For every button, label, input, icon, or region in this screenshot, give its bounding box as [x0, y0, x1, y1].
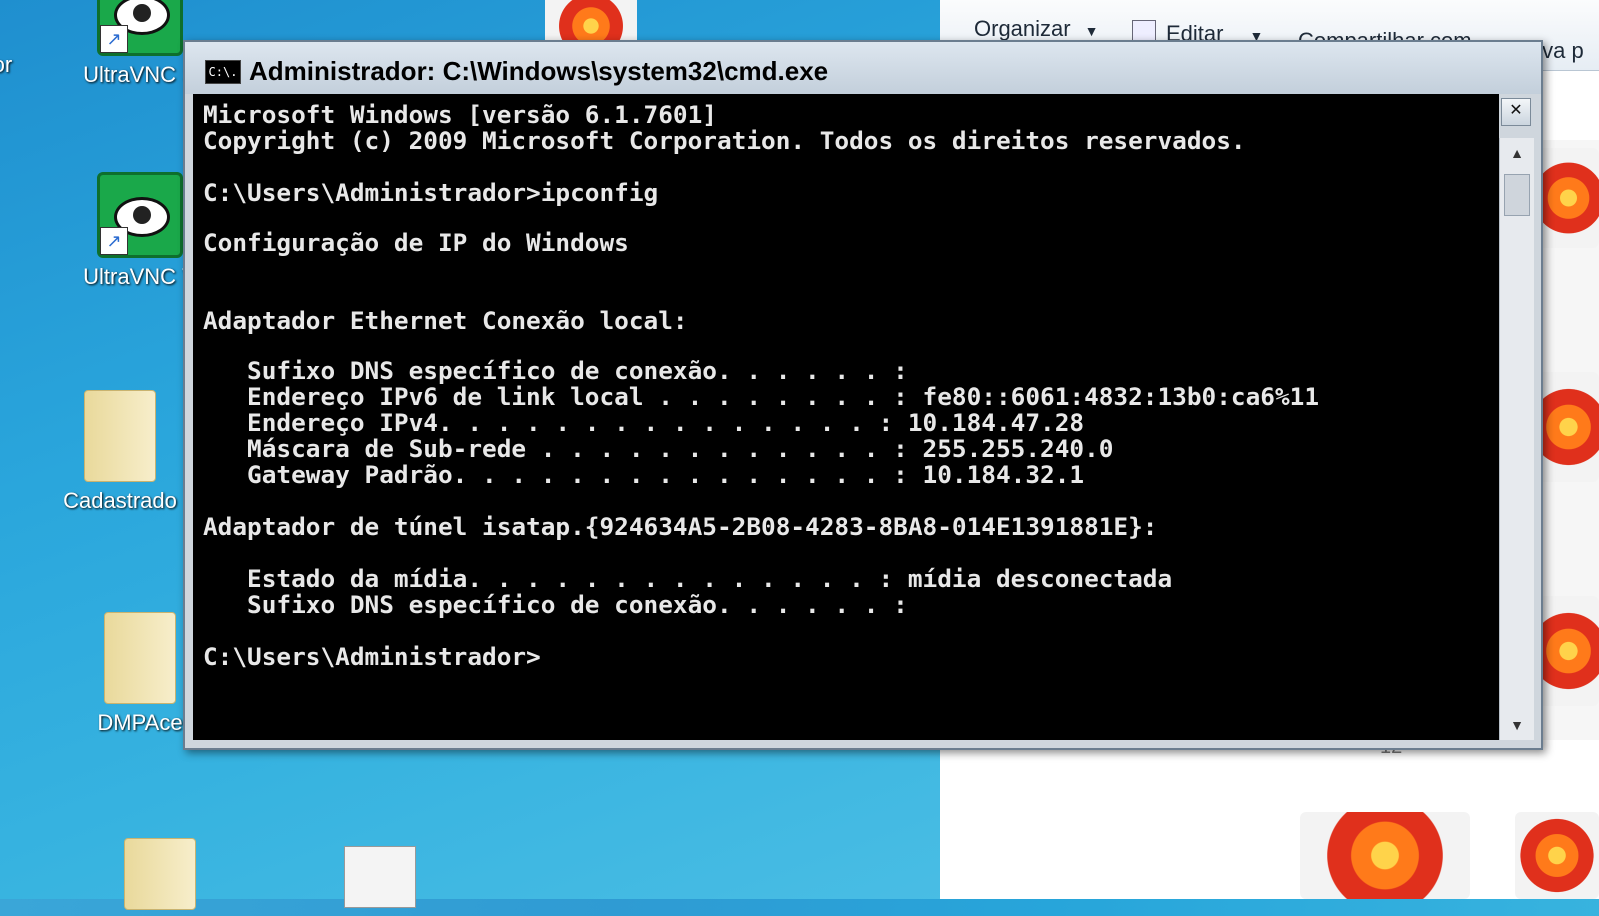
flower-thumbnail[interactable]	[1538, 596, 1599, 706]
console-line: Endereço IPv6 de link local . . . . . . …	[203, 382, 1320, 411]
desktop-icon-ultravnc-viewer[interactable]: ↗ UltraVNC V	[80, 172, 200, 290]
flower-thumbnail[interactable]	[1515, 812, 1599, 899]
folder-icon	[84, 390, 156, 482]
console-line: Endereço IPv4. . . . . . . . . . . . . .…	[203, 408, 1085, 437]
console-line: Microsoft Windows [versão 6.1.7601]	[203, 100, 717, 129]
flower-thumbnail[interactable]	[1300, 812, 1470, 899]
console-line: Adaptador de túnel isatap.{924634A5-2B08…	[203, 512, 1158, 541]
console-line: Sufixo DNS específico de conexão. . . . …	[203, 590, 908, 619]
console-line: Sufixo DNS específico de conexão. . . . …	[203, 356, 908, 385]
console-line: Estado da mídia. . . . . . . . . . . . .…	[203, 564, 1173, 593]
console-line: C:\Users\Administrador>ipconfig	[203, 178, 659, 207]
organize-menu[interactable]: Organizar ▼	[974, 16, 1098, 42]
scroll-up-icon[interactable]: ▲	[1500, 138, 1534, 168]
desktop-icon-label: lor	[0, 52, 13, 77]
shortcut-arrow-icon: ↗	[100, 227, 128, 255]
desktop-icon-label: UltraVNC S	[83, 62, 197, 87]
scroll-down-icon[interactable]: ▼	[1500, 710, 1534, 740]
desktop-icon-partial[interactable]: lor	[0, 52, 40, 78]
cmd-titlebar[interactable]: C:\. Administrador: C:\Windows\system32\…	[185, 42, 1541, 94]
desktop-icon-label: UltraVNC V	[83, 264, 197, 289]
folder-icon	[104, 612, 176, 704]
desktop-icon-folder-bottom[interactable]	[100, 838, 220, 916]
scroll-thumb[interactable]	[1504, 174, 1530, 216]
folder-icon	[124, 838, 196, 910]
shortcut-arrow-icon: ↗	[100, 25, 128, 53]
console-line: Copyright (c) 2009 Microsoft Corporation…	[203, 126, 1246, 155]
console-line: Máscara de Sub-rede . . . . . . . . . . …	[203, 434, 1114, 463]
console-prompt[interactable]: C:\Users\Administrador>	[203, 644, 541, 670]
ultravnc-icon: ↗	[97, 0, 183, 56]
console-line: Configuração de IP do Windows	[203, 228, 629, 257]
desktop-icon-ultravnc-server[interactable]: ↗ UltraVNC S	[80, 0, 200, 88]
cmd-app-icon[interactable]: C:\.	[205, 60, 241, 84]
console-line: Gateway Padrão. . . . . . . . . . . . . …	[203, 460, 1085, 489]
ultravnc-icon: ↗	[97, 172, 183, 258]
organize-label: Organizar	[974, 16, 1071, 41]
desktop-icon-dmpace[interactable]: DMPAce	[80, 612, 200, 736]
flower-thumbnail[interactable]	[1538, 148, 1599, 248]
console-line: Adaptador Ethernet Conexão local:	[203, 306, 688, 335]
desktop-icon-cadastrado[interactable]: Cadastrado	[60, 390, 180, 514]
flower-thumbnail[interactable]	[1538, 372, 1599, 482]
desktop-icon-label: Cadastrado	[63, 488, 177, 513]
chevron-down-icon: ▼	[1084, 23, 1099, 39]
window-title: Administrador: C:\Windows\system32\cmd.e…	[249, 56, 829, 86]
desktop-icon-label: DMPAce	[97, 710, 183, 735]
close-button[interactable]: ✕	[1501, 98, 1531, 126]
console-output[interactable]: Microsoft Windows [versão 6.1.7601] Copy…	[193, 94, 1499, 740]
vertical-scrollbar[interactable]: ▲ ▼	[1499, 138, 1534, 740]
desktop-icon-document-bottom[interactable]	[320, 846, 440, 914]
cmd-window[interactable]: C:\. Administrador: C:\Windows\system32\…	[183, 40, 1543, 750]
